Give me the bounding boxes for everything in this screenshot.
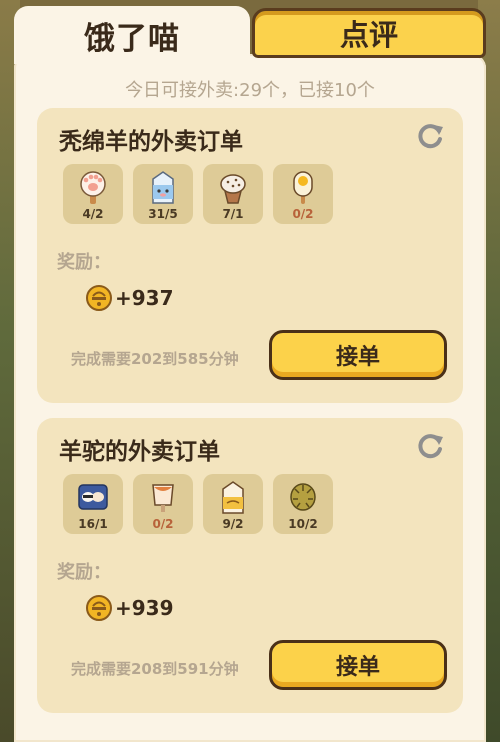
duration-text: 完成需要208到591分钟	[71, 660, 239, 678]
order-card: 羊驼的外卖订单 16/1 0/2 9/2 10/2 奖励： +939 完成需要2…	[37, 418, 463, 713]
tab-eleme-cat-label: 饿了喵	[84, 20, 180, 57]
reward: +937	[85, 284, 174, 312]
accept-order-button[interactable]: 接单	[269, 330, 447, 380]
accept-order-label: 接单	[335, 655, 380, 680]
order-item[interactable]: 16/1	[63, 474, 123, 534]
tab-review[interactable]: 点评	[252, 8, 486, 58]
reward-value: +939	[115, 596, 174, 620]
durian-icon	[290, 483, 316, 511]
refresh-icon[interactable]	[417, 432, 445, 460]
refresh-icon[interactable]	[417, 122, 445, 150]
tab-eleme-cat[interactable]: 饿了喵	[14, 6, 250, 64]
cat-paw-dessert-icon	[80, 171, 106, 204]
cupcake-icon	[220, 174, 246, 204]
order-items: 16/1 0/2 9/2 10/2	[63, 474, 333, 534]
item-count: 4/2	[82, 207, 104, 221]
tab-review-label: 点评	[339, 18, 398, 52]
order-item[interactable]: 10/2	[273, 474, 333, 534]
order-items: 4/2 31/5 7/1 0/2	[63, 164, 333, 224]
milk-carton-icon	[152, 171, 174, 204]
order-item[interactable]: 9/2	[203, 474, 263, 534]
order-item[interactable]: 0/2	[133, 474, 193, 534]
order-title: 秃绵羊的外卖订单	[59, 129, 243, 155]
sushi-plate-icon	[78, 484, 108, 510]
popsicle-icon	[293, 171, 313, 204]
order-item[interactable]: 31/5	[133, 164, 193, 224]
item-count: 0/2	[292, 207, 314, 221]
item-count: 10/2	[288, 517, 318, 531]
accept-order-button[interactable]: 接单	[269, 640, 447, 690]
duration-text: 完成需要202到585分钟	[71, 350, 239, 368]
reward: +939	[85, 594, 174, 622]
bell-coin-icon	[86, 285, 112, 311]
reward-label: 奖励：	[57, 252, 111, 273]
bell-coin-icon	[86, 595, 112, 621]
item-count: 16/1	[78, 517, 108, 531]
item-count: 31/5	[148, 207, 178, 221]
accept-order-label: 接单	[335, 345, 380, 370]
order-card: 秃绵羊的外卖订单 4/2 31/5 7/1 0/2 奖励： +937 完成需要2…	[37, 108, 463, 403]
reward-value: +937	[115, 286, 174, 310]
order-item[interactable]: 0/2	[273, 164, 333, 224]
pudding-icon	[152, 484, 174, 512]
order-title: 羊驼的外卖订单	[59, 439, 220, 465]
item-count: 0/2	[152, 517, 174, 531]
order-item[interactable]: 4/2	[63, 164, 123, 224]
daily-order-summary: 今日可接外卖:29个，已接10个	[125, 80, 375, 101]
item-count: 7/1	[222, 207, 244, 221]
item-count: 9/2	[222, 517, 244, 531]
reward-label: 奖励：	[57, 562, 111, 583]
juice-carton-icon	[222, 481, 244, 514]
order-item[interactable]: 7/1	[203, 164, 263, 224]
